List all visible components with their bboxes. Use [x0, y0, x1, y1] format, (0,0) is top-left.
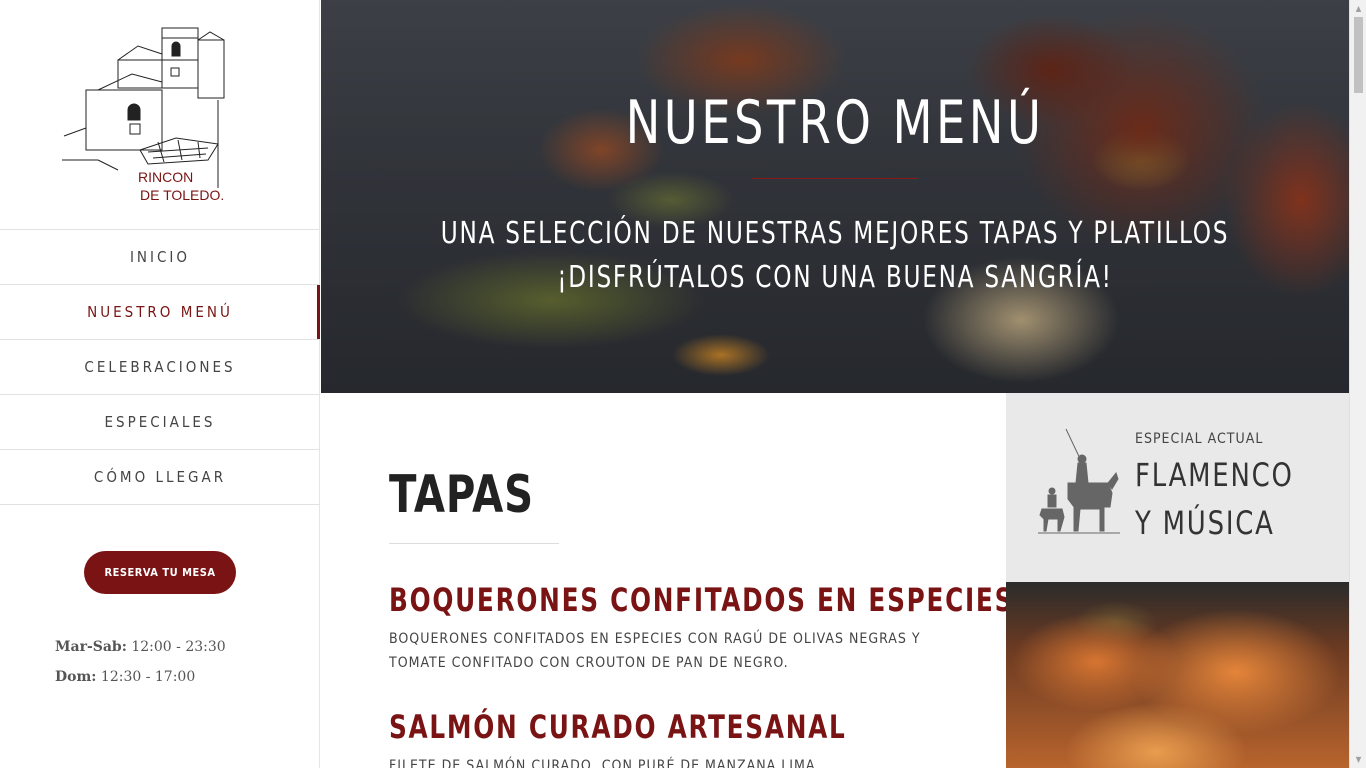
nav-item-inicio[interactable]: INICIO [0, 230, 320, 285]
nav-item-especiales[interactable]: ESPECIALES [0, 395, 320, 450]
scroll-thumb[interactable] [1354, 17, 1363, 93]
hero-banner: NUESTRO MENÚ UNA SELECCIÓN DE NUESTRAS M… [321, 0, 1349, 393]
nav-item-nuestro-menu[interactable]: NUESTRO MENÚ [0, 285, 320, 340]
hours-row: Dom: 12:30 - 17:00 [55, 662, 226, 692]
logo-drawing: RINCON DE TOLEDO. [62, 27, 225, 203]
opening-hours: Mar-Sab: 12:00 - 23:30 Dom: 12:30 - 17:0… [55, 632, 226, 692]
scroll-up-icon[interactable]: ▲ [1350, 0, 1366, 17]
dish-name: BOQUERONES CONFITADOS EN ESPECIES [389, 581, 1015, 619]
dish-item: SALMÓN CURADO ARTESANAL FILETE DE SALMÓN… [389, 708, 989, 768]
special-title: FLAMENCO Y MÚSICA [1135, 456, 1294, 542]
nav-item-label: NUESTRO MENÚ [87, 303, 233, 321]
section-divider [389, 543, 559, 544]
dish-description: FILETE DE SALMÓN CURADO, CON PURÉ DE MAN… [389, 758, 816, 768]
nav-item-label: CÓMO LLEGAR [93, 468, 227, 486]
main-nav: INICIO NUESTRO MENÚ CELEBRACIONES ESPECI… [0, 229, 320, 505]
hours-days: Mar-Sab: [55, 639, 127, 655]
hours-time: 12:00 - 23:30 [131, 639, 226, 655]
nav-item-label: CELEBRACIONES [84, 358, 236, 376]
page-scrollbar[interactable]: ▲ ▼ [1349, 0, 1366, 768]
logo-text-line1: RINCON [138, 169, 193, 185]
hero-subtitle: UNA SELECCIÓN DE NUESTRAS MEJORES TAPAS … [393, 212, 1277, 300]
special-photo [1006, 582, 1349, 768]
logo-text-line2: DE TOLEDO. [140, 187, 224, 203]
don-quixote-icon [1038, 428, 1120, 534]
hero-subtitle-line2: ¡DISFRÚTALOS CON UNA BUENA SANGRÍA! [557, 260, 1113, 295]
nav-item-como-llegar[interactable]: CÓMO LLEGAR [0, 450, 320, 505]
nav-item-label: INICIO [129, 248, 191, 266]
hero-divider [752, 178, 918, 179]
nav-item-label: ESPECIALES [104, 413, 216, 431]
scroll-down-icon[interactable]: ▼ [1350, 751, 1366, 768]
hours-row: Mar-Sab: 12:00 - 23:30 [55, 632, 226, 662]
hours-time: 12:30 - 17:00 [100, 669, 196, 685]
special-label: ESPECIAL ACTUAL [1135, 431, 1264, 447]
sidebar: RINCON DE TOLEDO. INICIO NUESTRO MENÚ CE… [0, 0, 320, 768]
hours-days: Dom: [55, 669, 97, 685]
dish-item: BOQUERONES CONFITADOS EN ESPECIES BOQUER… [389, 581, 1015, 675]
dish-description: BOQUERONES CONFITADOS EN ESPECIES CON RA… [389, 631, 921, 671]
reserve-table-button[interactable]: RESERVA TU MESA [84, 551, 236, 594]
nav-item-celebraciones[interactable]: CELEBRACIONES [0, 340, 320, 395]
section-title: TAPAS [389, 465, 534, 525]
hero-title: NUESTRO MENÚ [625, 88, 1045, 158]
logo[interactable]: RINCON DE TOLEDO. [58, 20, 258, 210]
hero-subtitle-line1: UNA SELECCIÓN DE NUESTRAS MEJORES TAPAS … [440, 216, 1230, 251]
dish-name: SALMÓN CURADO ARTESANAL [389, 708, 847, 746]
current-special-card[interactable]: ESPECIAL ACTUAL FLAMENCO Y MÚSICA [1006, 393, 1349, 582]
